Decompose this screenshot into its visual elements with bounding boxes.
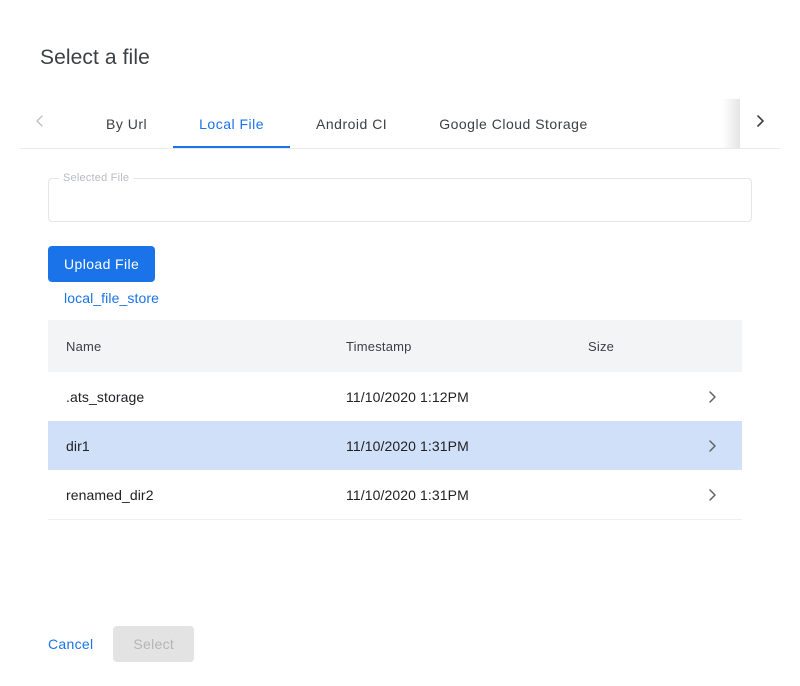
chevron-left-icon xyxy=(33,114,47,133)
row-chevron-right-icon[interactable] xyxy=(682,488,742,502)
tab-google-cloud-storage[interactable]: Google Cloud Storage xyxy=(413,99,614,148)
row-chevron-right-icon[interactable] xyxy=(682,390,742,404)
cancel-button[interactable]: Cancel xyxy=(40,626,101,662)
tab-leading-spacer xyxy=(60,99,80,148)
selected-file-input[interactable] xyxy=(48,178,752,222)
column-header-name: Name xyxy=(48,339,346,354)
select-file-dialog: Select a file By UrlLocal FileAndroid CI… xyxy=(0,0,800,686)
table-header-row: Name Timestamp Size xyxy=(48,320,742,372)
cell-name: .ats_storage xyxy=(48,389,346,405)
tab-android-ci[interactable]: Android CI xyxy=(290,99,413,148)
select-button[interactable]: Select xyxy=(113,626,194,662)
chevron-right-icon xyxy=(753,114,767,133)
tab-bar: By UrlLocal FileAndroid CIGoogle Cloud S… xyxy=(20,99,780,149)
tab-scroll-prev-button[interactable] xyxy=(20,99,60,148)
table-row[interactable]: .ats_storage11/10/2020 1:12PM xyxy=(48,372,742,421)
tab-scroll-next-button[interactable] xyxy=(740,99,780,148)
tab-by-url[interactable]: By Url xyxy=(80,99,173,148)
cell-timestamp: 11/10/2020 1:12PM xyxy=(346,389,588,405)
cell-name: dir1 xyxy=(48,438,346,454)
column-header-timestamp: Timestamp xyxy=(346,339,588,354)
file-table: Name Timestamp Size .ats_storage11/10/20… xyxy=(48,320,742,520)
cell-timestamp: 11/10/2020 1:31PM xyxy=(346,438,588,454)
breadcrumb-local-file-store[interactable]: local_file_store xyxy=(64,290,159,306)
column-header-size: Size xyxy=(588,339,682,354)
row-chevron-right-icon[interactable] xyxy=(682,439,742,453)
selected-file-field[interactable]: Selected File xyxy=(48,178,752,222)
tab-track: By UrlLocal FileAndroid CIGoogle Cloud S… xyxy=(60,99,740,148)
dialog-footer: Cancel Select xyxy=(40,626,194,662)
table-row[interactable]: renamed_dir211/10/2020 1:31PM xyxy=(48,470,742,519)
page-title: Select a file xyxy=(40,44,150,72)
tab-viewport: By UrlLocal FileAndroid CIGoogle Cloud S… xyxy=(60,99,740,148)
cell-timestamp: 11/10/2020 1:31PM xyxy=(346,487,588,503)
table-body: .ats_storage11/10/2020 1:12PMdir111/10/2… xyxy=(48,372,742,520)
cell-name: renamed_dir2 xyxy=(48,487,346,503)
tab-local-file[interactable]: Local File xyxy=(173,99,290,148)
table-row[interactable]: dir111/10/2020 1:31PM xyxy=(48,421,742,470)
upload-file-button[interactable]: Upload File xyxy=(48,246,155,282)
